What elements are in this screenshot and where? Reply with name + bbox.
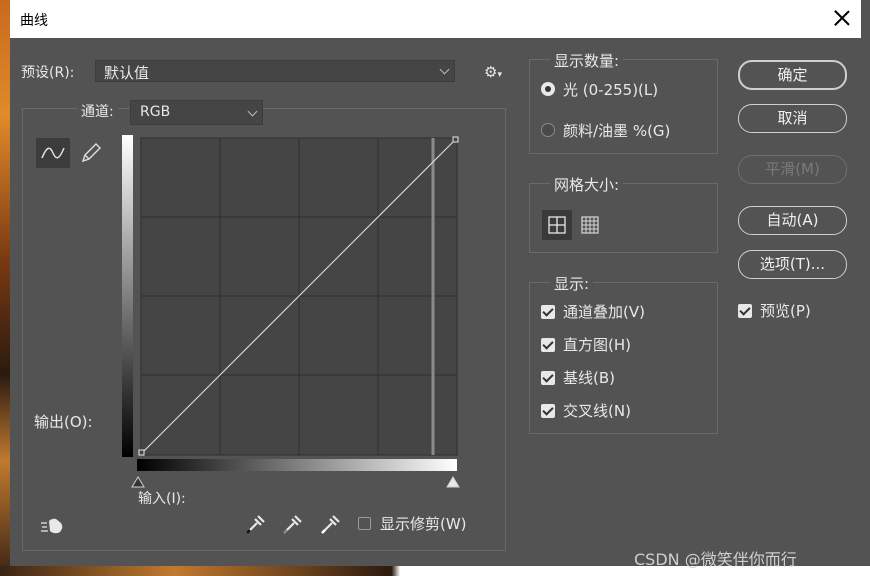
white-point-slider[interactable]: [445, 475, 461, 489]
output-label: 输出(O):: [34, 413, 93, 431]
detailed-grid-button[interactable]: [576, 210, 606, 240]
window-title: 曲线: [20, 13, 48, 29]
ok-button[interactable]: 确定: [738, 60, 847, 90]
smooth-button[interactable]: 平滑(M): [738, 155, 847, 184]
pigment-option-label: 颜料/油墨 %(G): [563, 122, 671, 140]
input-gradient-bar: [137, 459, 457, 471]
watermark: CSDN @微笑伴你而行: [634, 550, 797, 569]
preset-value: 默认值: [104, 64, 150, 82]
auto-button[interactable]: 自动(A): [738, 206, 847, 235]
channel-label: 通道:: [77, 101, 118, 121]
light-radio[interactable]: [541, 82, 555, 96]
pencil-icon: [81, 143, 101, 163]
black-eyedropper[interactable]: [243, 513, 265, 541]
white-eyedropper[interactable]: [318, 513, 340, 541]
show-clipping-checkbox[interactable]: [358, 517, 371, 530]
close-icon[interactable]: [830, 6, 854, 30]
channel-overlay-checkbox[interactable]: [541, 305, 555, 319]
baseline-checkbox[interactable]: [541, 371, 555, 385]
curve-edit-tool[interactable]: [36, 138, 70, 168]
eyedropper-icon: [246, 515, 265, 534]
intersection-line-label: 交叉线(N): [563, 402, 631, 420]
input-label: 输入(I):: [138, 491, 186, 507]
gray-eyedropper[interactable]: [280, 513, 302, 541]
eyedropper-icon: [321, 515, 340, 534]
title-bar: [10, 0, 861, 38]
grid-size-legend: 网格大小:: [550, 174, 624, 195]
preview-checkbox[interactable]: [738, 304, 752, 318]
preset-dropdown[interactable]: 默认值: [95, 60, 455, 82]
simple-grid-button[interactable]: [542, 210, 572, 240]
channel-overlay-label: 通道叠加(V): [563, 303, 645, 321]
light-option-label: 光 (0-255)(L): [563, 81, 659, 99]
channel-value: RGB: [140, 104, 171, 120]
intersection-line-checkbox[interactable]: [541, 404, 555, 418]
eyedropper-icon: [283, 515, 302, 534]
hand-adjust-icon: [41, 518, 63, 534]
preview-label: 预览(P): [760, 302, 811, 320]
channel-dropdown[interactable]: RGB: [130, 100, 263, 125]
options-button[interactable]: 选项(T)...: [738, 250, 847, 279]
histogram-label: 直方图(H): [563, 336, 631, 354]
preset-label: 预设(R):: [21, 65, 75, 81]
curve-graph[interactable]: [137, 135, 462, 460]
chevron-down-icon: [439, 64, 450, 75]
output-gradient-bar: [122, 135, 133, 457]
chevron-down-icon: [247, 106, 258, 117]
black-point-slider[interactable]: [130, 475, 146, 489]
targeted-adjustment-tool[interactable]: [39, 515, 67, 542]
display-amount-legend: 显示数量:: [550, 50, 624, 71]
background-photo-edge: [0, 0, 10, 576]
baseline-label: 基线(B): [563, 369, 615, 387]
grid-4-icon: [548, 216, 566, 234]
histogram-checkbox[interactable]: [541, 338, 555, 352]
display-legend: 显示:: [550, 273, 594, 294]
pencil-tool[interactable]: [78, 140, 104, 166]
gear-icon[interactable]: ⚙▾: [484, 63, 502, 81]
pigment-radio[interactable]: [541, 123, 555, 137]
grid-10-icon: [581, 216, 599, 234]
cancel-button[interactable]: 取消: [738, 104, 847, 133]
curve-tool-icon: [41, 147, 65, 159]
show-clipping-label: 显示修剪(W): [380, 515, 467, 533]
